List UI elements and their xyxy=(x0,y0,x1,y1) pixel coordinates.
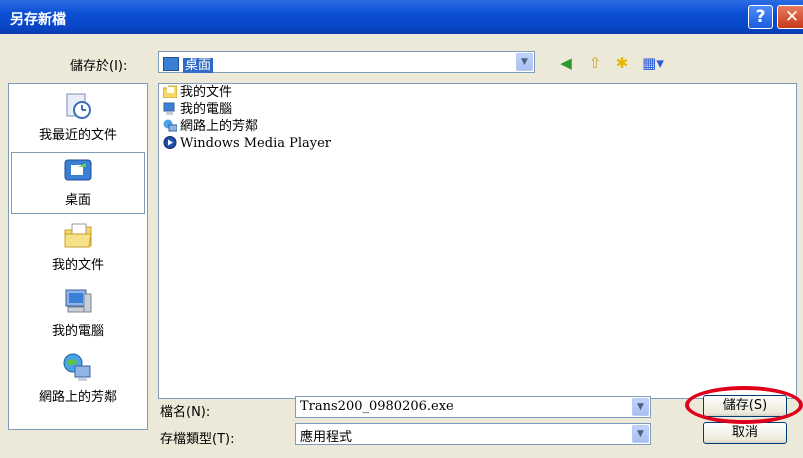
filename-combo[interactable]: Trans200_0980206.exe ▼ xyxy=(295,396,651,418)
my-computer-icon xyxy=(163,102,175,115)
filename-label: 檔名(N): xyxy=(160,405,211,420)
close-button[interactable]: ✕ xyxy=(777,5,803,29)
new-folder-icon: ✱ xyxy=(615,54,629,72)
save-button[interactable]: 儲存(S) xyxy=(703,395,787,417)
file-item-my-computer[interactable]: 我的電腦 xyxy=(163,101,232,119)
save-in-value: 桌面 xyxy=(183,58,214,73)
file-item-label: 我的文件 xyxy=(180,85,233,100)
view-menu-icon: ▦▾ xyxy=(642,54,664,72)
place-label: 桌面 xyxy=(64,193,91,208)
back-button[interactable]: ◀ xyxy=(555,52,577,74)
up-folder-icon: ⇧ xyxy=(588,54,602,72)
place-desktop[interactable]: 桌面 xyxy=(11,152,145,214)
back-arrow-icon: ◀ xyxy=(560,54,572,72)
window-title: 另存新檔 xyxy=(10,12,66,28)
new-folder-button[interactable]: ✱ xyxy=(611,52,633,74)
media-player-icon xyxy=(163,136,177,149)
file-item-network-places[interactable]: 網路上的芳鄰 xyxy=(163,118,258,136)
desktop-icon xyxy=(64,159,92,181)
help-icon: ? xyxy=(755,7,766,27)
cancel-button[interactable]: 取消 xyxy=(703,422,787,444)
view-menu-button[interactable]: ▦▾ xyxy=(638,52,668,74)
file-item-label: Windows Media Player xyxy=(180,136,332,151)
filetype-combo[interactable]: 應用程式 ▼ xyxy=(295,423,651,445)
file-item-label: 我的電腦 xyxy=(180,102,233,117)
place-my-computer[interactable]: 我的電腦 xyxy=(11,284,145,346)
network-places-icon xyxy=(163,119,177,132)
file-item-my-documents[interactable]: 我的文件 xyxy=(163,84,232,102)
place-label: 我的文件 xyxy=(51,258,104,273)
my-documents-icon xyxy=(64,223,92,248)
my-documents-icon xyxy=(163,85,177,98)
title-bar: 另存新檔 ? ✕ xyxy=(0,0,803,34)
place-label: 我的電腦 xyxy=(51,324,104,339)
file-item-media-player[interactable]: Windows Media Player xyxy=(163,135,331,153)
network-places-icon xyxy=(63,353,91,381)
up-folder-button[interactable]: ⇧ xyxy=(584,52,606,74)
places-bar: 我最近的文件 桌面 我的文件 我的電腦 網路上的芳鄰 xyxy=(8,83,148,430)
save-in-combo[interactable]: 桌面 ▼ xyxy=(158,51,535,73)
filename-input[interactable]: Trans200_0980206.exe xyxy=(300,399,454,414)
chevron-down-icon[interactable]: ▼ xyxy=(632,425,649,443)
filetype-value: 應用程式 xyxy=(300,430,353,445)
recent-documents-icon xyxy=(66,93,91,119)
chevron-down-icon[interactable]: ▼ xyxy=(516,53,533,71)
save-as-dialog: 儲存於(I): 桌面 ▼ ◀ ⇧ ✱ ▦▾ 我最近的文件 桌面 我的文件 我的電… xyxy=(0,34,803,458)
help-button[interactable]: ? xyxy=(748,5,773,29)
place-label: 網路上的芳鄰 xyxy=(38,390,117,405)
place-label: 我最近的文件 xyxy=(38,128,117,143)
place-recent-documents[interactable]: 我最近的文件 xyxy=(11,88,145,150)
my-computer-icon xyxy=(65,289,92,313)
file-item-label: 網路上的芳鄰 xyxy=(180,119,259,134)
place-my-documents[interactable]: 我的文件 xyxy=(11,218,145,280)
desktop-folder-icon xyxy=(163,57,179,71)
file-list: 我的文件 我的電腦 網路上的芳鄰 Windows Media Player xyxy=(158,83,797,399)
save-in-label: 儲存於(I): xyxy=(70,59,128,74)
close-icon: ✕ xyxy=(784,7,800,27)
place-network-places[interactable]: 網路上的芳鄰 xyxy=(11,350,145,412)
chevron-down-icon[interactable]: ▼ xyxy=(632,398,649,416)
filetype-label: 存檔類型(T): xyxy=(160,432,235,447)
